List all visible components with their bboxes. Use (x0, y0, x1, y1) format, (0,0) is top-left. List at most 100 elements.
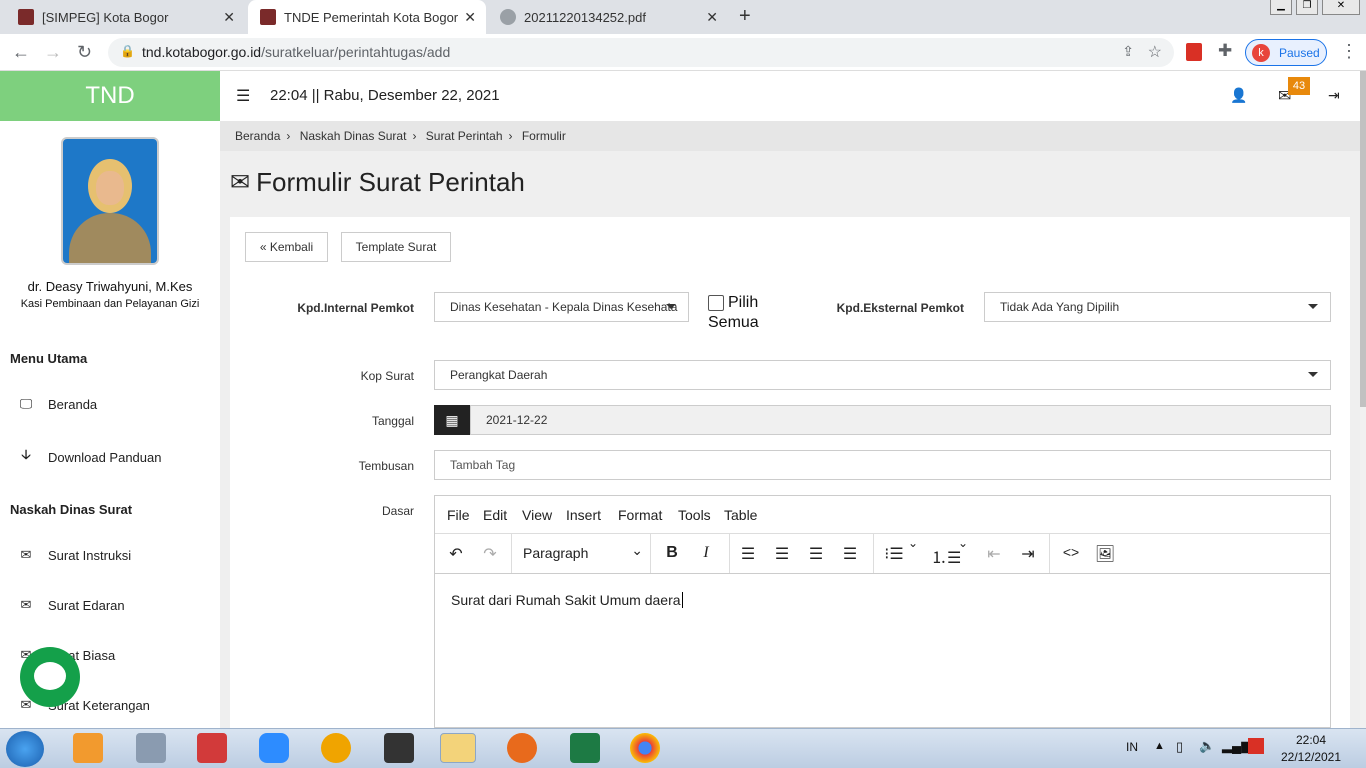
editor-menu-insert[interactable]: Insert (566, 507, 601, 523)
sidebar-item-download-panduan[interactable]: 🡣 Download Panduan (18, 446, 161, 468)
start-button[interactable] (6, 731, 44, 767)
nox-icon[interactable] (384, 733, 414, 763)
back-button[interactable]: « Kembali (245, 232, 328, 262)
new-tab-button[interactable]: + (739, 5, 751, 28)
zoom-icon[interactable] (259, 733, 289, 763)
envelope-icon: ✉ (20, 547, 32, 562)
firefox-icon[interactable] (507, 733, 537, 763)
breadcrumb-surat-perintah[interactable]: Surat Perintah (426, 129, 503, 143)
page-title: ✉ Formulir Surat Perintah (230, 167, 525, 198)
address-bar[interactable]: 🔒 tnd.kotabogor.go.id/suratkeluar/perint… (108, 38, 1174, 67)
close-tab-icon[interactable]: ✕ (464, 9, 476, 26)
bookmark-star-icon[interactable]: ☆ (1148, 42, 1162, 62)
numbered-list-icon[interactable]: ⒈☰ (931, 544, 961, 568)
chat-widget-button[interactable] (20, 647, 80, 707)
close-tab-icon[interactable]: ✕ (706, 9, 718, 26)
share-icon[interactable]: ⇪ (1122, 43, 1134, 60)
chevron-down-icon[interactable]: ⌄ (955, 536, 971, 550)
volume-icon[interactable]: 🔈 (1199, 738, 1215, 754)
signal-icon[interactable]: ▂▄▆ (1222, 738, 1251, 754)
minimize-icon[interactable]: ▁ (1270, 0, 1292, 15)
editor-menu-format[interactable]: Format (618, 507, 662, 523)
editor-menu-table[interactable]: Table (724, 507, 757, 523)
bold-icon[interactable]: B (659, 544, 685, 562)
user-icon[interactable]: 👤 (1230, 87, 1247, 104)
menu-utama-heading: Menu Utama (10, 351, 88, 366)
editor-content[interactable]: Surat dari Rumah Sakit Umum daera (451, 592, 683, 608)
fl-studio-icon[interactable] (321, 733, 351, 763)
outdent-icon[interactable]: ⇤ (981, 544, 1007, 564)
app-red-icon[interactable] (197, 733, 227, 763)
envelope-icon: ✉ (230, 169, 251, 196)
reload-icon[interactable]: ↻ (77, 42, 92, 63)
kop-surat-select[interactable]: Perangkat Daerah (434, 360, 1331, 390)
close-window-icon[interactable]: ✕ (1322, 0, 1360, 15)
browser-toolbar: ← → ↻ 🔒 tnd.kotabogor.go.id/suratkeluar/… (0, 34, 1366, 71)
calendar-icon[interactable]: ▦ (434, 405, 470, 435)
restore-icon[interactable]: ❐ (1296, 0, 1318, 15)
block-format-value: Paragraph (523, 545, 589, 561)
sidebar-item-surat-edaran[interactable]: ✉ Surat Edaran (18, 597, 125, 613)
app-brand[interactable]: TND (0, 71, 220, 121)
forward-arrow-icon[interactable]: → (44, 42, 62, 63)
align-right-icon[interactable]: ☰ (803, 544, 829, 564)
media-player-icon[interactable] (73, 733, 103, 763)
sidebar-toggle-icon[interactable]: ☰ (236, 86, 250, 106)
tembusan-label: Tembusan (358, 459, 414, 473)
notification-app-icon[interactable] (1248, 738, 1264, 754)
taskbar-date[interactable]: 22/12/2021 (1278, 750, 1344, 764)
kpd-internal-select[interactable]: Dinas Kesehatan - Kepala Dinas Kesehata (434, 292, 689, 322)
undo-icon[interactable]: ↶ (443, 544, 469, 564)
network-app-icon[interactable] (136, 733, 166, 763)
file-explorer-icon[interactable] (440, 733, 476, 763)
profile-status: Paused (1279, 46, 1320, 60)
chevron-down-icon[interactable]: ⌄ (905, 536, 921, 550)
chrome-icon[interactable] (630, 733, 660, 763)
template-surat-button[interactable]: Template Surat (341, 232, 451, 262)
bullet-list-icon[interactable]: ⁝☰ (881, 544, 907, 564)
back-arrow-icon[interactable]: ← (12, 42, 30, 63)
editor-menu-edit[interactable]: Edit (483, 507, 507, 523)
browser-menu-icon[interactable]: ⋮ (1340, 41, 1358, 62)
lock-icon: 🔒 (120, 44, 135, 58)
editor-menubar: File Edit View Insert Format Tools Table (435, 496, 1330, 534)
language-indicator[interactable]: IN (1126, 740, 1138, 754)
sidebar-item-surat-instruksi[interactable]: ✉ Surat Instruksi (18, 547, 132, 563)
source-code-icon[interactable]: <> (1058, 544, 1084, 560)
align-center-icon[interactable]: ☰ (769, 544, 795, 564)
kpd-eksternal-select[interactable]: Tidak Ada Yang Dipilih (984, 292, 1331, 322)
block-format-select[interactable]: Paragraph ⌄ (523, 542, 643, 561)
tanggal-input[interactable]: 2021-12-22 (470, 405, 1331, 435)
tab-tnde[interactable]: TNDE Pemerintah Kota Bogor ✕ (248, 0, 486, 34)
scrollbar-thumb[interactable] (1360, 71, 1366, 407)
editor-menu-tools[interactable]: Tools (678, 507, 711, 523)
tray-expand-icon[interactable]: ▲ (1154, 740, 1165, 752)
tab-simpeg[interactable]: [SIMPEG] Kota Bogor ✕ (0, 0, 245, 34)
clock-datetime: 22:04 || Rabu, Desember 22, 2021 (270, 87, 500, 104)
italic-icon[interactable]: I (693, 544, 719, 562)
taskbar-time[interactable]: 22:04 (1280, 733, 1342, 747)
editor-menu-view[interactable]: View (522, 507, 552, 523)
insert-image-icon[interactable]: 🖼 (1092, 544, 1118, 564)
breadcrumb-naskah-dinas[interactable]: Naskah Dinas Surat (300, 129, 407, 143)
breadcrumb-beranda[interactable]: Beranda (235, 129, 280, 143)
page-scrollbar[interactable] (1360, 71, 1366, 728)
profile-button[interactable]: k Paused (1245, 39, 1327, 66)
logout-icon[interactable]: ⇥ (1328, 87, 1340, 104)
battery-icon[interactable]: ▯ (1176, 739, 1183, 755)
extensions-puzzle-icon[interactable]: ✚ (1218, 41, 1232, 61)
align-justify-icon[interactable]: ☰ (837, 544, 863, 564)
tab-pdf[interactable]: 20211220134252.pdf ✕ (488, 0, 728, 34)
pdf-extension-icon[interactable] (1186, 43, 1202, 61)
url-path: /suratkeluar/perintahtugas/add (261, 44, 451, 60)
redo-icon[interactable]: ↷ (477, 544, 503, 564)
sidebar-item-beranda[interactable]: 🖵 Beranda (18, 396, 97, 412)
editor-menu-file[interactable]: File (447, 507, 470, 523)
indent-icon[interactable]: ⇥ (1015, 544, 1041, 564)
align-left-icon[interactable]: ☰ (735, 544, 761, 564)
kpd-eksternal-label: Kpd.Eksternal Pemkot (836, 301, 964, 315)
close-tab-icon[interactable]: ✕ (223, 9, 235, 26)
excel-icon[interactable] (570, 733, 600, 763)
tembusan-tag-input[interactable]: Tambah Tag (434, 450, 1331, 480)
site-favicon-icon (18, 9, 34, 25)
